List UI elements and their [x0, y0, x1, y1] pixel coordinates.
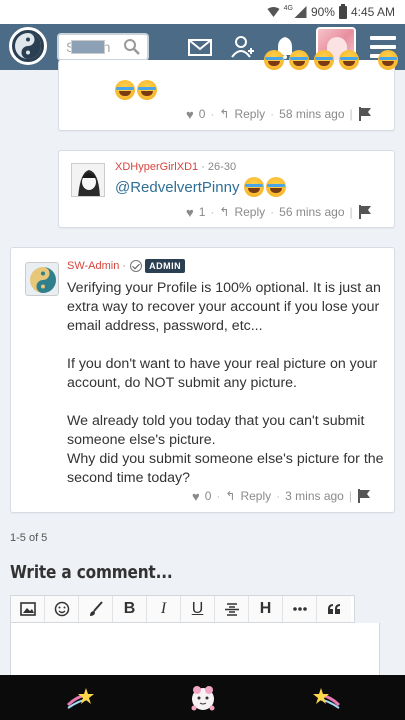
- bold-button[interactable]: B: [113, 596, 147, 622]
- comment-textarea[interactable]: [10, 623, 380, 683]
- comment-author-line: XDHyperGirlXD1 · 26-30: [115, 161, 236, 173]
- site-logo[interactable]: [9, 27, 47, 65]
- comment-paragraph: If you don't want to have your real pict…: [67, 356, 378, 391]
- cute-character-icon[interactable]: [188, 683, 218, 713]
- comment-paragraph: Verifying your Profile is 100% optional.…: [67, 280, 381, 334]
- write-comment-heading: Write a comment...: [10, 562, 173, 583]
- comment-body: @RedvelvertPinny: [115, 177, 287, 197]
- anime-avatar-icon: [72, 164, 104, 196]
- reply-arrow-icon[interactable]: ↰: [219, 205, 229, 219]
- author-age: 26-30: [207, 161, 237, 173]
- comment-time: 56 mins ago: [279, 205, 345, 219]
- shooting-star-icon[interactable]: [66, 683, 96, 713]
- wifi-icon: [267, 7, 280, 17]
- emoji-icon[interactable]: [45, 596, 79, 622]
- separator: |: [348, 489, 352, 503]
- quote-icon[interactable]: [317, 596, 351, 622]
- reply-button[interactable]: Reply: [234, 107, 265, 121]
- search-icon[interactable]: [123, 38, 141, 56]
- laughing-emoji-icon: [314, 50, 334, 70]
- author-name[interactable]: XDHyperGirlXD1: [115, 161, 198, 173]
- mail-icon[interactable]: [187, 35, 213, 59]
- editor-toolbar: B I U H: [10, 595, 355, 623]
- friends-icon[interactable]: [230, 35, 256, 59]
- laughing-emoji-icon: [115, 80, 135, 100]
- laughing-emoji-icon: [339, 50, 359, 70]
- admin-badge: ADMIN: [145, 259, 186, 273]
- comment-actions: ♥ 0 · ↰ Reply · 3 mins ago |: [192, 488, 373, 504]
- comment-card: XDHyperGirlXD1 · 26-30 @RedvelvertPinny …: [58, 150, 395, 228]
- underline-button[interactable]: U: [181, 596, 215, 622]
- reply-arrow-icon[interactable]: ↰: [219, 107, 229, 121]
- emoji-row-partial: [264, 50, 398, 70]
- battery-percent: 90%: [310, 5, 335, 19]
- more-icon[interactable]: [283, 596, 317, 622]
- laughing-emoji-icon: [378, 50, 398, 70]
- like-heart-icon[interactable]: ♥: [186, 205, 194, 220]
- admin-avatar[interactable]: [25, 262, 59, 296]
- clock: 4:45 AM: [350, 5, 395, 19]
- laughing-emoji-icon: [289, 50, 309, 70]
- separator: |: [349, 107, 353, 121]
- comment-time: 3 mins ago: [285, 489, 344, 503]
- comment-body: Verifying your Profile is 100% optional.…: [67, 279, 385, 488]
- heading-button[interactable]: H: [249, 596, 283, 622]
- user-mention[interactable]: @RedvelvertPinny: [115, 179, 239, 196]
- like-count: 0: [198, 107, 206, 121]
- separator: ·: [210, 107, 215, 121]
- laughing-emoji-icon: [266, 177, 287, 197]
- yin-yang-logo-icon: [15, 33, 41, 59]
- network-type: 4G: [283, 4, 293, 12]
- brush-icon[interactable]: [79, 596, 113, 622]
- signal-icon: [294, 6, 307, 18]
- italic-button[interactable]: I: [147, 596, 181, 622]
- separator: ·: [210, 205, 215, 219]
- separator: ·: [216, 489, 221, 503]
- comment-actions: ♥ 1 · ↰ Reply · 56 mins ago |: [186, 204, 374, 220]
- separator: ·: [270, 107, 275, 121]
- image-icon[interactable]: [11, 596, 45, 622]
- reply-button[interactable]: Reply: [234, 205, 265, 219]
- bottom-bar: [0, 675, 405, 720]
- report-flag-icon[interactable]: [358, 204, 374, 220]
- comment-card: ♥ 0 · ↰ Reply · 58 mins ago |: [58, 40, 398, 131]
- battery-icon: [338, 3, 347, 19]
- separator: ·: [119, 259, 127, 272]
- comment-author-line: SW-Admin · ADMIN: [67, 259, 186, 273]
- report-flag-icon[interactable]: [358, 106, 374, 122]
- comment-avatar[interactable]: [71, 40, 105, 54]
- reply-button[interactable]: Reply: [240, 489, 271, 503]
- strikethrough-icon[interactable]: [215, 596, 249, 622]
- separator: ·: [276, 489, 281, 503]
- shooting-star-icon[interactable]: [311, 683, 341, 713]
- laughing-emoji-icon: [244, 177, 265, 197]
- verified-check-icon: [130, 260, 143, 272]
- comment-time: 58 mins ago: [279, 107, 345, 121]
- report-flag-icon[interactable]: [357, 488, 373, 504]
- yin-yang-avatar-icon: [30, 267, 56, 293]
- comment-avatar[interactable]: [71, 163, 105, 197]
- emoji-row: [115, 80, 157, 100]
- separator: ·: [270, 205, 275, 219]
- admin-comment-card: SW-Admin · ADMIN Verifying your Profile i…: [10, 247, 395, 513]
- like-heart-icon[interactable]: ♥: [186, 107, 194, 122]
- comment-paragraph: We already told you today that you can't…: [67, 413, 384, 486]
- comment-actions: ♥ 0 · ↰ Reply · 58 mins ago |: [186, 106, 374, 122]
- reply-arrow-icon[interactable]: ↰: [225, 489, 235, 503]
- separator: |: [349, 205, 353, 219]
- like-count: 0: [204, 489, 212, 503]
- author-name[interactable]: SW-Admin: [67, 260, 119, 272]
- like-count: 1: [198, 205, 206, 219]
- pagination-info: 1-5 of 5: [10, 532, 48, 544]
- laughing-emoji-icon: [137, 80, 157, 100]
- laughing-emoji-icon: [264, 50, 284, 70]
- separator: ·: [198, 161, 208, 173]
- status-bar: 4G 90% 4:45 AM: [0, 0, 405, 24]
- like-heart-icon[interactable]: ♥: [192, 489, 200, 504]
